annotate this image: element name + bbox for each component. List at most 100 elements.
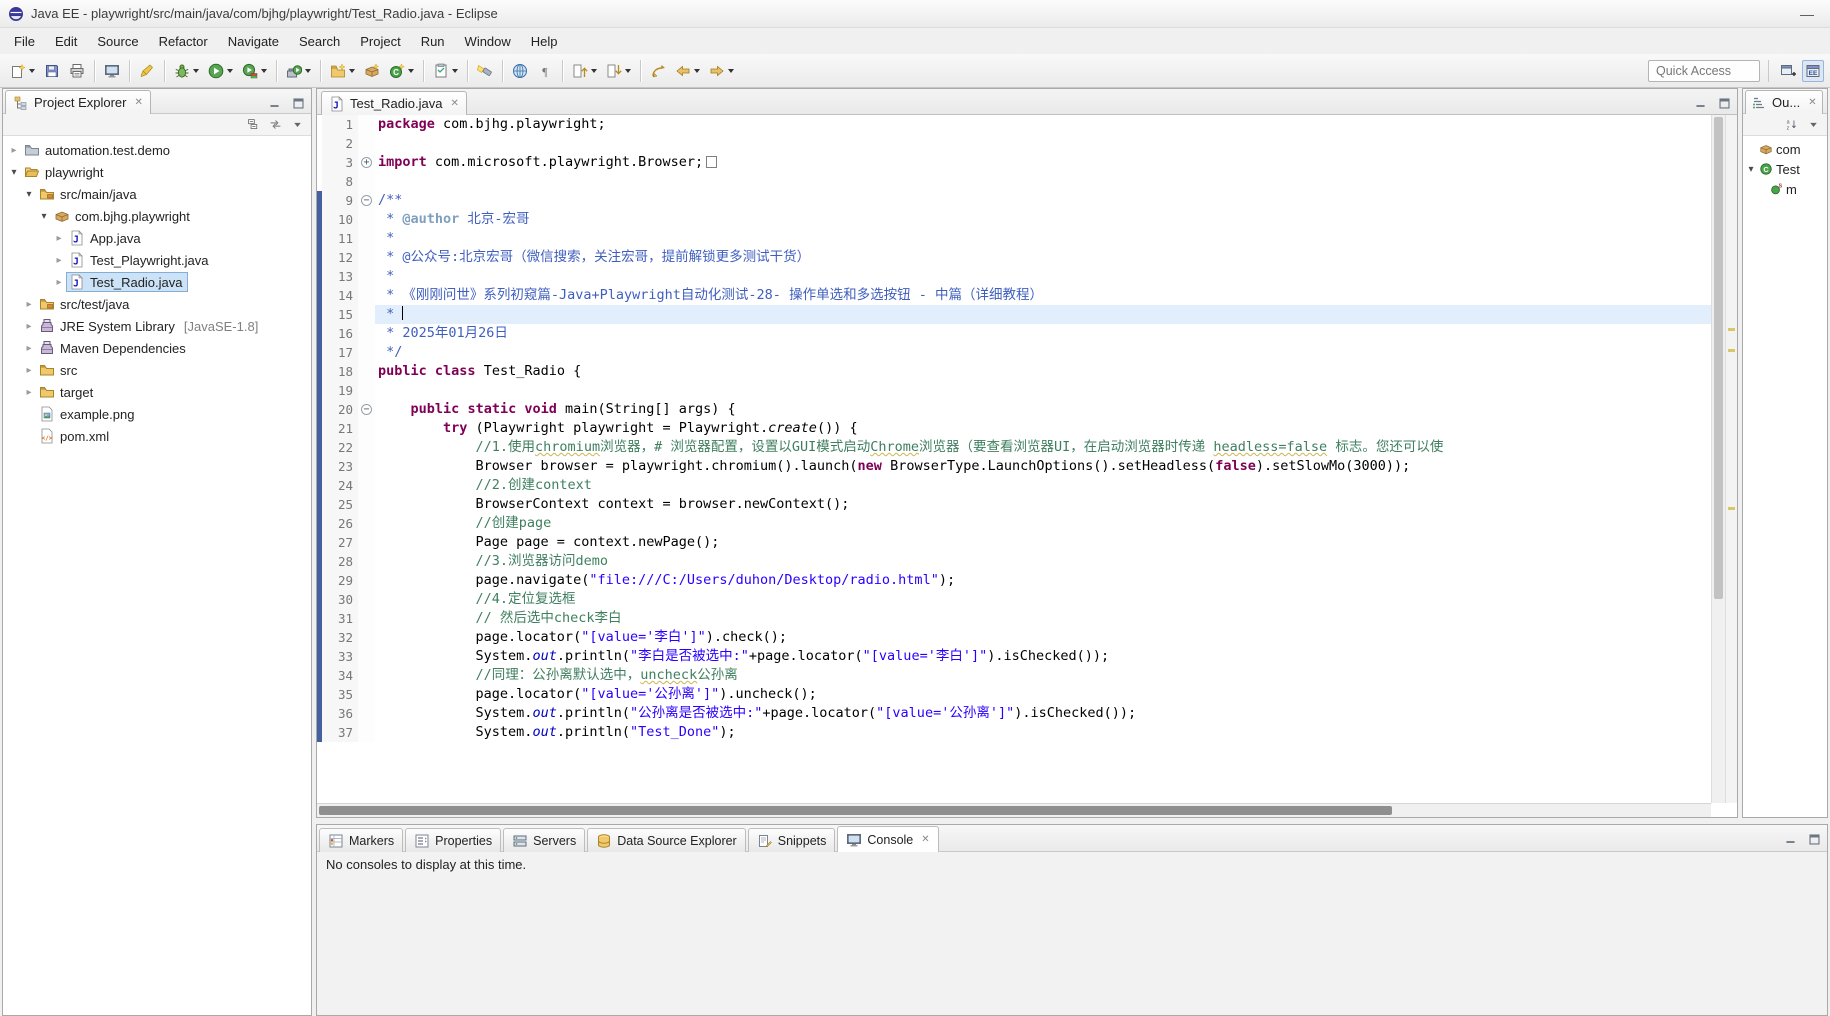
code-line-14[interactable]: 14 * 《刚刚问世》系列初窥篇-Java+Playwright自动化测试-28…: [317, 286, 1711, 305]
tree-item-maven-dependencies[interactable]: ▸ Maven Dependencies: [3, 337, 311, 359]
code-line-1[interactable]: 1 package com.bjhg.playwright;: [317, 115, 1711, 134]
menu-search[interactable]: Search: [289, 30, 350, 53]
tab-servers[interactable]: Servers: [503, 828, 586, 852]
annotation-mark[interactable]: [1728, 507, 1735, 511]
tree-item-com-bjhg-playwright[interactable]: ▾ com.bjhg.playwright: [3, 205, 311, 227]
menu-file[interactable]: File: [4, 30, 45, 53]
code-line-8[interactable]: 8: [317, 172, 1711, 191]
tab-console[interactable]: Console ✕: [837, 826, 939, 852]
code-line-21[interactable]: 21 try (Playwright playwright = Playwrig…: [317, 419, 1711, 438]
collapsed-arrow-icon[interactable]: ▸: [22, 343, 36, 354]
tree-item-jre-system-library[interactable]: ▸ JRE System Library [JavaSE-1.8]: [3, 315, 311, 337]
toolbar-new-java-project-button[interactable]: [326, 59, 359, 83]
folded-region-box[interactable]: [706, 156, 718, 168]
collapsed-arrow-icon[interactable]: ▸: [52, 233, 66, 244]
toolbar-next-annotation-button[interactable]: [602, 59, 635, 83]
toolbar-save-button[interactable]: [40, 59, 64, 83]
max-view-button[interactable]: [1806, 831, 1823, 848]
tree-item-src[interactable]: ▸ src: [3, 359, 311, 381]
quick-access-box[interactable]: Quick Access: [1648, 59, 1760, 82]
back-dropdown[interactable]: [694, 68, 700, 73]
annotation-mark[interactable]: [1728, 328, 1735, 332]
toolbar-run-button[interactable]: [204, 59, 237, 83]
tree-item-test-playwright-java[interactable]: ▸ J Test_Playwright.java: [3, 249, 311, 271]
min-view-button[interactable]: [266, 95, 283, 112]
code-line-34[interactable]: 34 //同理：公孙离默认选中，uncheck公孙离: [317, 666, 1711, 685]
expanded-arrow-icon[interactable]: ▾: [1746, 164, 1756, 175]
toolbar-debug-button[interactable]: [170, 59, 203, 83]
max-view-button[interactable]: [1716, 95, 1733, 112]
menu-source[interactable]: Source: [87, 30, 148, 53]
toolbar-print-button[interactable]: [65, 59, 89, 83]
toolbar-web-browser-button[interactable]: [508, 59, 532, 83]
code-line-26[interactable]: 26 //创建page: [317, 514, 1711, 533]
menu-run[interactable]: Run: [411, 30, 455, 53]
code-line-12[interactable]: 12 * @公众号:北京宏哥（微信搜索，关注宏哥，提前解锁更多测试干货）: [317, 248, 1711, 267]
close-icon[interactable]: ✕: [451, 98, 459, 109]
code-line-11[interactable]: 11 *: [317, 229, 1711, 248]
code-line-24[interactable]: 24 //2.创建context: [317, 476, 1711, 495]
code-line-35[interactable]: 35 page.locator("[value='公孙离']").uncheck…: [317, 685, 1711, 704]
code-line-31[interactable]: 31 // 然后选中check李白: [317, 609, 1711, 628]
tree-item-src-main-java[interactable]: ▾ src/main/java: [3, 183, 311, 205]
expanded-arrow-icon[interactable]: ▾: [7, 167, 21, 178]
outline-item-m[interactable]: Sm: [1743, 179, 1827, 199]
toolbar-new-package-button[interactable]: [360, 59, 384, 83]
code-line-18[interactable]: 18 public class Test_Radio {: [317, 362, 1711, 381]
code-line-23[interactable]: 23 Browser browser = playwright.chromium…: [317, 457, 1711, 476]
expanded-arrow-icon[interactable]: ▾: [22, 189, 36, 200]
outline-item-com[interactable]: com: [1743, 139, 1827, 159]
code-line-37[interactable]: 37 System.out.println("Test_Done");: [317, 723, 1711, 742]
code-line-16[interactable]: 16 * 2025年01月26日: [317, 324, 1711, 343]
tab-data-source-explorer[interactable]: Data Source Explorer: [587, 828, 746, 852]
horizontal-scrollbar-thumb[interactable]: [319, 806, 1393, 815]
toolbar-previous-annotation-button[interactable]: [568, 59, 601, 83]
new-java-project-dropdown[interactable]: [349, 68, 355, 73]
code-line-29[interactable]: 29 page.navigate("file:///C:/Users/duhon…: [317, 571, 1711, 590]
toolbar-new-class-button[interactable]: C: [385, 59, 418, 83]
toolbar-last-edit-location-button[interactable]: [646, 59, 670, 83]
javaee-perspective-button[interactable]: EE: [1802, 59, 1824, 82]
sort-button[interactable]: az: [1783, 116, 1800, 133]
toolbar-mark-occurrences-button[interactable]: [135, 59, 159, 83]
code-area[interactable]: 1 package com.bjhg.playwright; 2 3 + import c…: [317, 115, 1711, 803]
code-line-25[interactable]: 25 BrowserContext context = browser.newC…: [317, 495, 1711, 514]
minimize-button[interactable]: —: [1792, 6, 1822, 22]
tree-item-target[interactable]: ▸ target: [3, 381, 311, 403]
open-perspective-button[interactable]: [1777, 60, 1799, 82]
tab-markers[interactable]: Markers: [319, 828, 404, 852]
view-menu-button[interactable]: [1805, 116, 1822, 133]
view-menu-button[interactable]: [289, 116, 306, 133]
tree-item-src-test-java[interactable]: ▸ src/test/java: [3, 293, 311, 315]
new-class-dropdown[interactable]: [408, 68, 414, 73]
open-task-dropdown[interactable]: [452, 68, 458, 73]
collapsed-arrow-icon[interactable]: ▸: [22, 321, 36, 332]
next-annotation-dropdown[interactable]: [625, 68, 631, 73]
menu-project[interactable]: Project: [350, 30, 410, 53]
menu-help[interactable]: Help: [521, 30, 568, 53]
toolbar-new-wizard-button[interactable]: [6, 59, 39, 83]
collapsed-arrow-icon[interactable]: ▸: [52, 255, 66, 266]
toolbar-open-task-button[interactable]: [429, 59, 462, 83]
toolbar-back-button[interactable]: [671, 59, 704, 83]
min-view-button[interactable]: [1782, 831, 1799, 848]
code-line-15[interactable]: 15 *: [317, 305, 1711, 324]
code-line-22[interactable]: 22 //1.使用chromium浏览器，# 浏览器配置，设置以GUI模式启动C…: [317, 438, 1711, 457]
fold-collapse-icon[interactable]: −: [361, 404, 372, 415]
menu-refactor[interactable]: Refactor: [149, 30, 218, 53]
code-line-30[interactable]: 30 //4.定位复选框: [317, 590, 1711, 609]
code-line-2[interactable]: 2: [317, 134, 1711, 153]
code-line-36[interactable]: 36 System.out.println("公孙离是否被选中:"+page.l…: [317, 704, 1711, 723]
tab-properties[interactable]: Properties: [405, 828, 502, 852]
code-line-27[interactable]: 27 Page page = context.newPage();: [317, 533, 1711, 552]
toolbar-forward-button[interactable]: [705, 59, 738, 83]
collapsed-arrow-icon[interactable]: ▸: [52, 277, 66, 288]
editor-tab-test-radio[interactable]: J Test_Radio.java ✕: [321, 91, 467, 115]
collapsed-arrow-icon[interactable]: ▸: [22, 299, 36, 310]
collapsed-arrow-icon[interactable]: ▸: [22, 365, 36, 376]
tree-item-playwright[interactable]: ▾ playwright: [3, 161, 311, 183]
link-editor-button[interactable]: [267, 116, 284, 133]
close-icon[interactable]: ✕: [921, 834, 929, 845]
code-line-17[interactable]: 17 */: [317, 343, 1711, 362]
run-external-dropdown[interactable]: [305, 68, 311, 73]
